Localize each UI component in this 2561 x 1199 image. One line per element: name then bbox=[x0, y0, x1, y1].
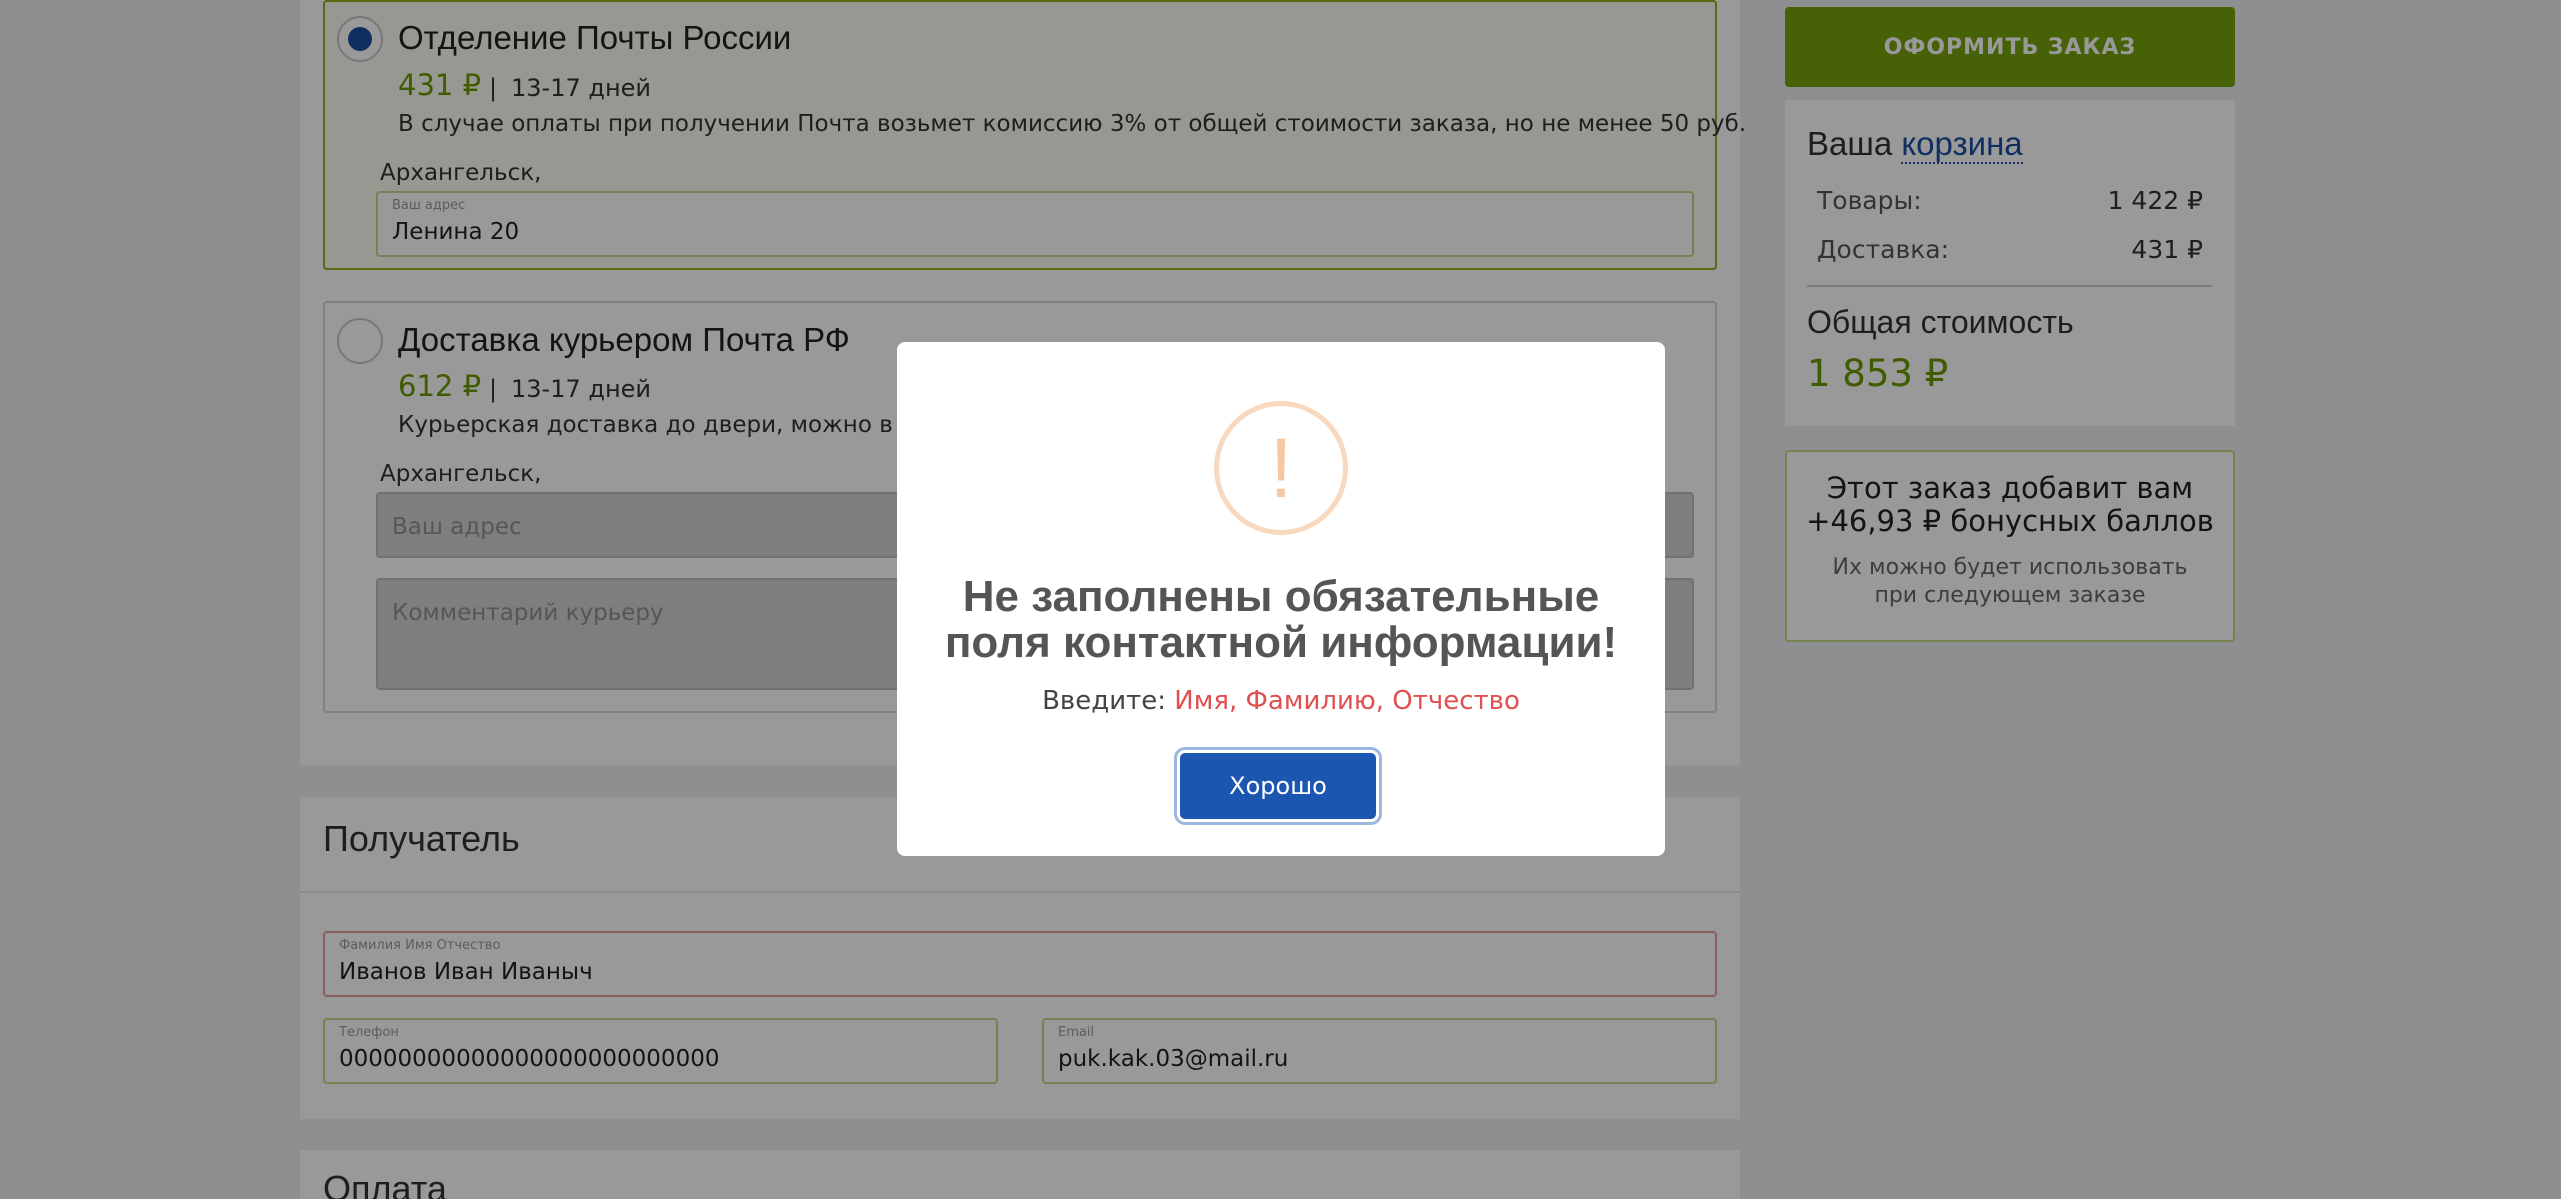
dialog-prompt: Введите: bbox=[1042, 686, 1167, 716]
dialog-message: Введите: Имя, Фамилию, Отчество bbox=[897, 686, 1665, 716]
dialog-title: Не заполнены обязательные поля контактно… bbox=[897, 574, 1665, 666]
validation-dialog: ! Не заполнены обязательные поля контакт… bbox=[897, 342, 1665, 856]
dialog-title-line-1: Не заполнены обязательные bbox=[962, 572, 1600, 621]
ok-button[interactable]: Хорошо bbox=[1180, 753, 1376, 819]
missing-fields: Имя, Фамилию, Отчество bbox=[1174, 686, 1520, 716]
dialog-title-line-2: поля контактной информации! bbox=[944, 618, 1618, 667]
exclamation-icon: ! bbox=[1214, 401, 1348, 535]
